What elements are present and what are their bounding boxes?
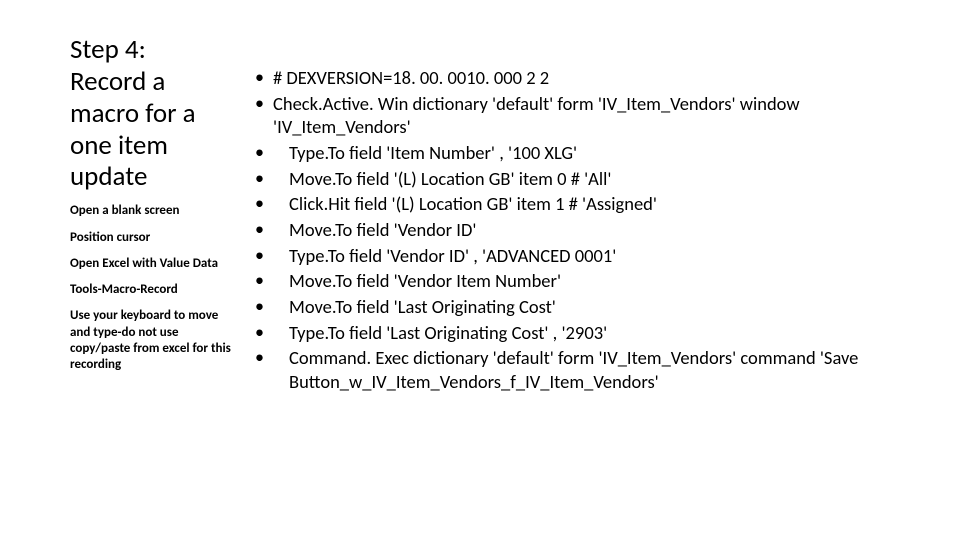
macro-line-text: # DEXVERSION=18. 00. 0010. 000 2 2 — [273, 66, 549, 90]
left-sub-1: Position cursor — [70, 230, 237, 246]
macro-line-text: Type.To field 'Vendor ID' , 'ADVANCED 00… — [273, 244, 616, 268]
left-sub-4: Use your keyboard to move and type-do no… — [70, 308, 237, 373]
macro-line-2: Type.To field 'Item Number' , '100 XLG' — [255, 141, 930, 165]
macro-line-text: Check.Active. Win dictionary 'default' f… — [273, 92, 930, 139]
left-column: Step 4:Record a macro for a one item upd… — [70, 34, 255, 540]
macro-line-3: Move.To field '(L) Location GB' item 0 #… — [255, 167, 930, 191]
macro-line-text: Click.Hit field '(L) Location GB' item 1… — [273, 192, 657, 216]
macro-line-text: Move.To field 'Vendor Item Number' — [273, 269, 561, 293]
macro-line-text: Move.To field '(L) Location GB' item 0 #… — [273, 167, 611, 191]
macro-line-4: Click.Hit field '(L) Location GB' item 1… — [255, 192, 930, 216]
macro-line-9: Type.To field 'Last Originating Cost' , … — [255, 321, 930, 345]
macro-line-5: Move.To field 'Vendor ID' — [255, 218, 930, 242]
macro-line-8: Move.To field 'Last Originating Cost' — [255, 295, 930, 319]
slide: Step 4:Record a macro for a one item upd… — [0, 0, 960, 540]
right-column: # DEXVERSION=18. 00. 0010. 000 2 2Check.… — [255, 34, 930, 540]
macro-line-1: Check.Active. Win dictionary 'default' f… — [255, 92, 930, 139]
step-title: Step 4:Record a macro for a one item upd… — [70, 34, 237, 193]
macro-line-text: Type.To field 'Item Number' , '100 XLG' — [273, 141, 577, 165]
macro-line-6: Type.To field 'Vendor ID' , 'ADVANCED 00… — [255, 244, 930, 268]
macro-line-text: Type.To field 'Last Originating Cost' , … — [273, 321, 607, 345]
macro-line-text: Move.To field 'Last Originating Cost' — [273, 295, 556, 319]
left-sub-2: Open Excel with Value Data — [70, 256, 237, 272]
left-sub-0: Open a blank screen — [70, 203, 237, 219]
macro-line-text: Move.To field 'Vendor ID' — [273, 218, 476, 242]
left-sub-3: Tools-Macro-Record — [70, 282, 237, 298]
macro-line-7: Move.To field 'Vendor Item Number' — [255, 269, 930, 293]
macro-line-10: Command. Exec dictionary 'default' form … — [255, 346, 930, 393]
macro-line-text: Command. Exec dictionary 'default' form … — [273, 346, 930, 393]
macro-list: # DEXVERSION=18. 00. 0010. 000 2 2Check.… — [255, 66, 930, 394]
macro-line-0: # DEXVERSION=18. 00. 0010. 000 2 2 — [255, 66, 930, 90]
